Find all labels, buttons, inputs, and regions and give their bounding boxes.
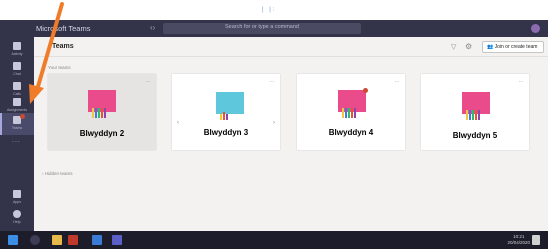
teams-screen: | |: Microsoft Teams ‹› Search for or ty… — [0, 0, 548, 249]
annotation-arrow-icon — [29, 2, 64, 104]
